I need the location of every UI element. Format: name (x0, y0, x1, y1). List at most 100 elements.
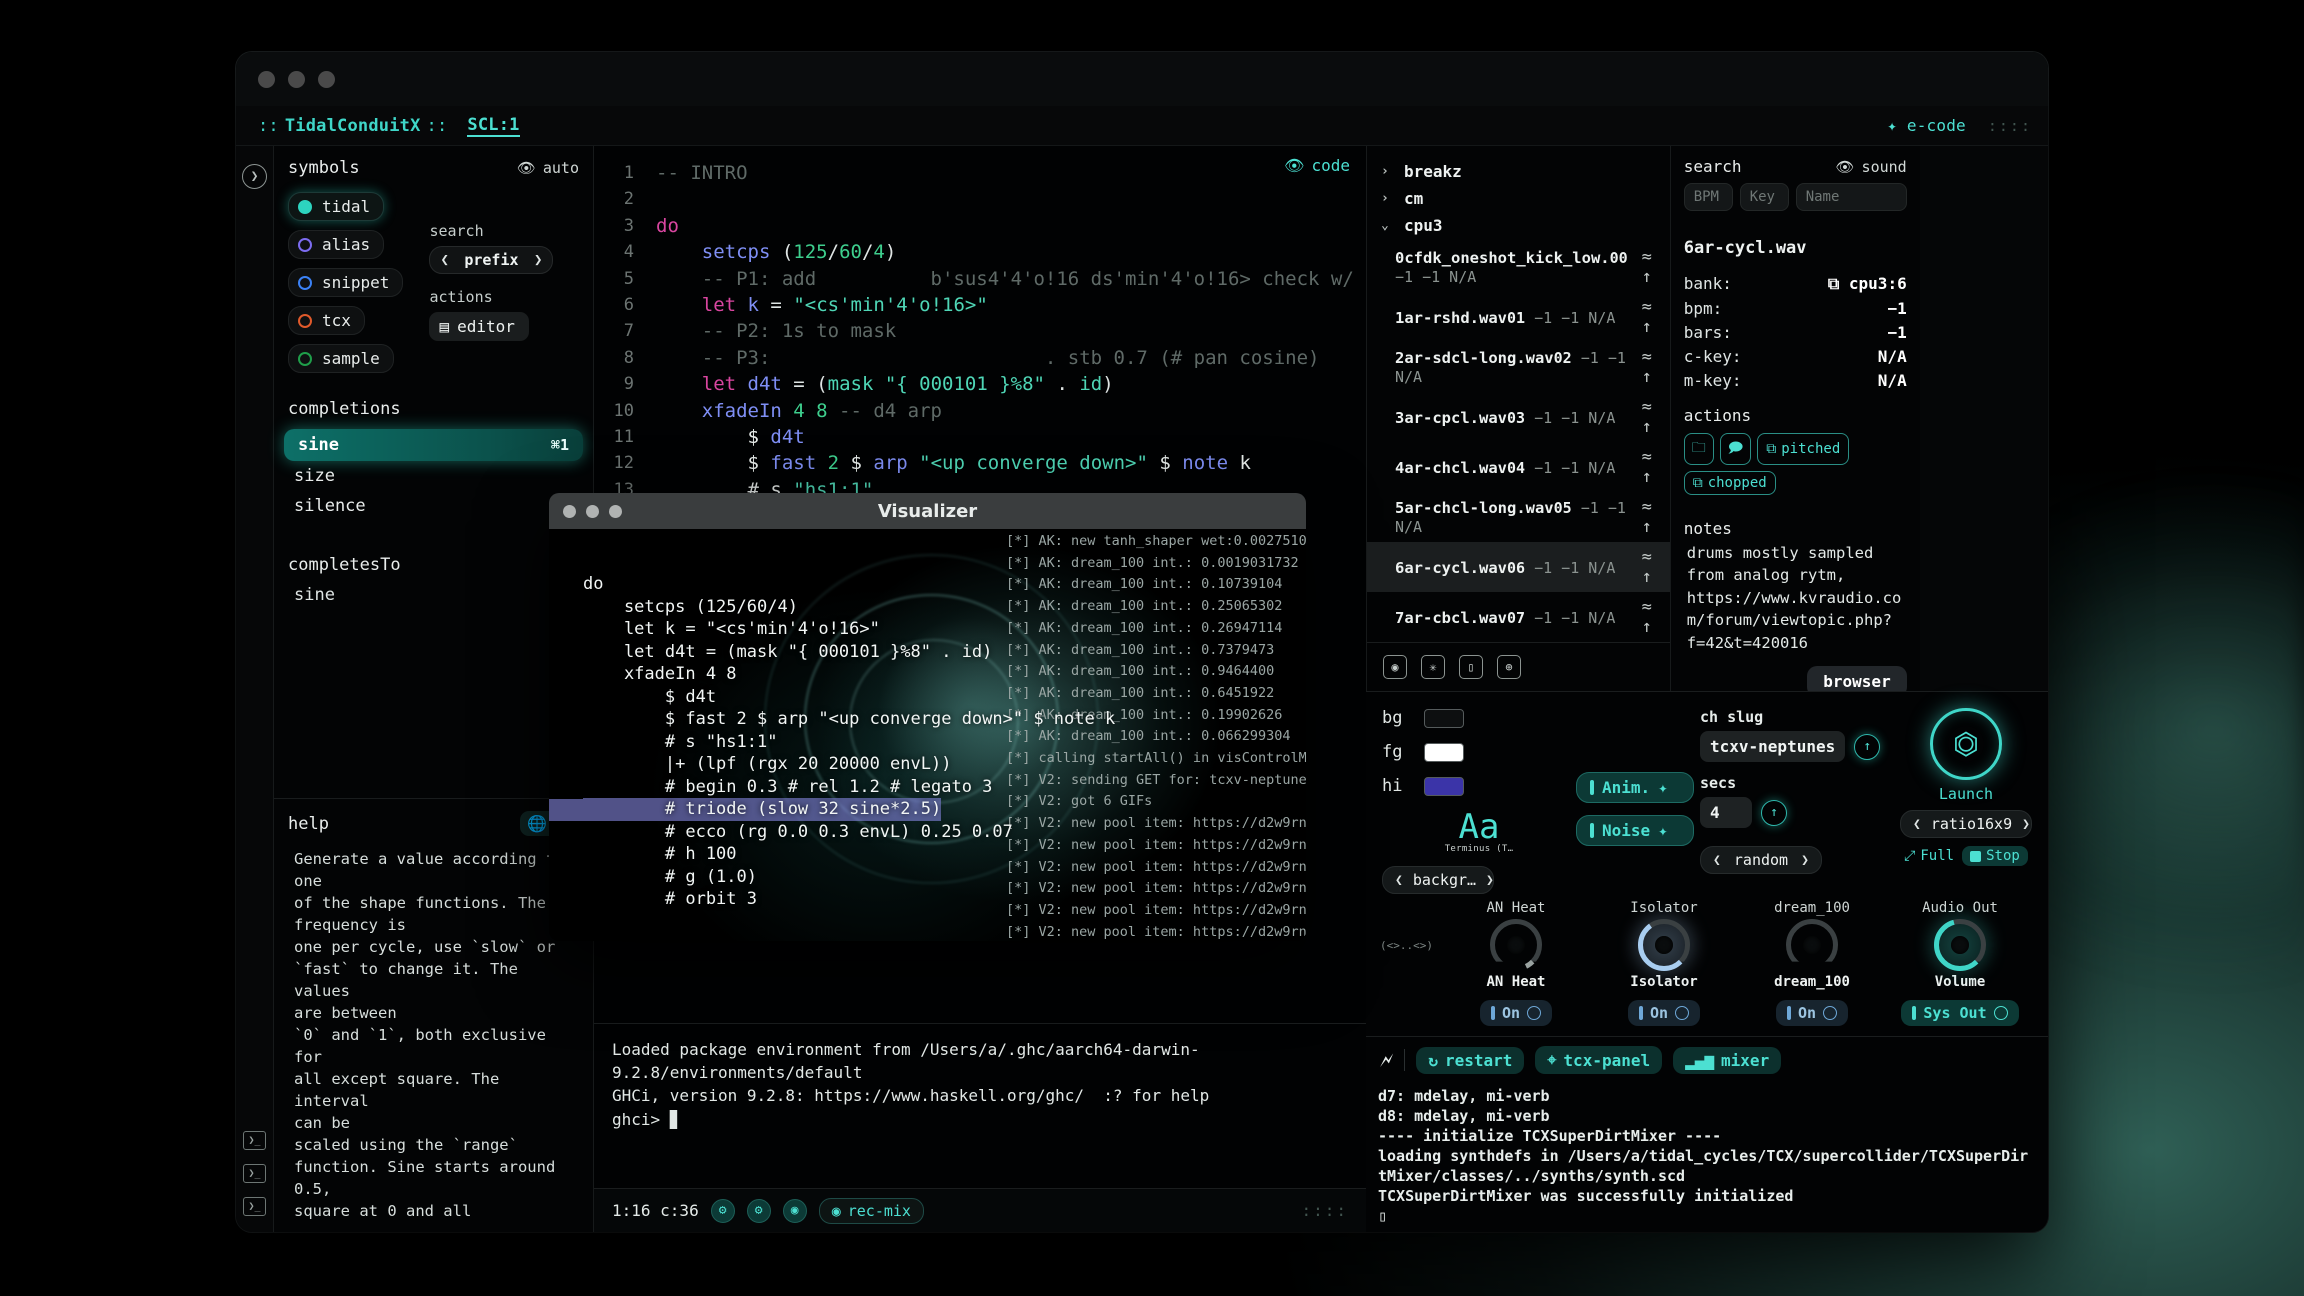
folder-icon[interactable]: 🗀 (1683, 433, 1714, 465)
terminal-pane-icon[interactable]: ❯_ (243, 1131, 266, 1150)
noise-button[interactable]: Noise ✦ (1576, 815, 1694, 846)
toggle-sys-out[interactable]: Sys Out (1901, 1000, 2019, 1026)
gear-icon[interactable]: ⚙ (710, 1198, 735, 1223)
sparkle-icon[interactable]: ✳ (1421, 655, 1445, 679)
chopped-tag[interactable]: ⧉ chopped (1683, 471, 1776, 495)
code-line[interactable]: 2 (594, 186, 1366, 212)
comment-icon[interactable]: 🗩 (1719, 433, 1752, 465)
code-line[interactable]: 11 $ d4t (594, 424, 1366, 450)
sample-row[interactable]: 5ar-chcl-long.wav05 −1 −1 N/A ≈ ↑ (1367, 492, 1670, 542)
folder-row-cpu3[interactable]: ⌄ cpu3 (1367, 212, 1670, 239)
knob-dial[interactable] (1490, 919, 1542, 971)
sample-row[interactable]: 7ar-cbcl.wav07 −1 −1 N/A ≈ ↑ (1367, 592, 1670, 642)
knob-dial[interactable] (1786, 919, 1838, 971)
color-swatch-bg[interactable]: bg (1382, 708, 1576, 728)
chevron-left-icon[interactable]: ❮ (440, 252, 448, 268)
knob-dream_100[interactable]: dream_100 dream_100 (1738, 900, 1886, 990)
code-line[interactable]: 3 do (594, 213, 1366, 239)
code-line[interactable]: 10 xfadeIn 4 8 -- d4 arp (594, 398, 1366, 424)
chevron-right-icon[interactable]: ❯ (1801, 853, 1809, 868)
knob-Volume[interactable]: Audio Out Volume (1886, 900, 2034, 990)
close-window-button[interactable] (258, 70, 275, 88)
symbol-filter-alias[interactable]: alias (288, 230, 385, 259)
symbol-filter-tidal[interactable]: tidal (288, 192, 385, 221)
aspect-ratio-selector[interactable]: ❮ ratio16x9 ❯ (1900, 810, 2032, 838)
fullscreen-button[interactable]: ⤢ Full (1904, 846, 1954, 866)
chevron-left-icon[interactable]: ❮ (1713, 853, 1721, 868)
secs-input[interactable]: 4 (1700, 797, 1752, 828)
symbol-filter-sample[interactable]: sample (288, 344, 394, 373)
toggle-on[interactable]: On (1775, 1000, 1849, 1026)
gear-icon[interactable]: ⚙ (746, 1198, 771, 1223)
code-line[interactable]: 1 -- INTRO (594, 160, 1366, 186)
waveform-icon[interactable]: ≈ ↑ (1634, 297, 1660, 337)
code-line[interactable]: 9 let d4t = (mask "{ 000101 }%8" . id) (594, 371, 1366, 397)
waveform-icon[interactable]: ≈ ↑ (1634, 547, 1660, 587)
anim-button[interactable]: Anim. ✦ (1576, 772, 1694, 803)
waveform-icon[interactable]: ≈ ↑ (1634, 447, 1660, 487)
code-line[interactable]: 6 let k = "<cs'min'4'o!16>" (594, 292, 1366, 318)
waveform-icon[interactable]: ≈ ↑ (1634, 397, 1660, 437)
folder-row-cm[interactable]: › cm (1367, 185, 1670, 212)
chevron-right-icon[interactable]: › (1381, 191, 1394, 206)
completion-item-size[interactable]: size (274, 461, 593, 491)
color-swatch-hi[interactable]: hi (1382, 776, 1576, 796)
swatch-color[interactable] (1424, 708, 1464, 728)
sample-row[interactable]: 4ar-chcl.wav04 −1 −1 N/A ≈ ↑ (1367, 442, 1670, 492)
sound-toggle[interactable]: 👁 sound (1836, 158, 1907, 176)
waveform-icon[interactable]: ≈ ↑ (1634, 597, 1660, 637)
editor-action-button[interactable]: ▤ editor (429, 312, 529, 341)
tcx-panel-button[interactable]: ⌖ tcx-panel (1535, 1046, 1663, 1074)
knob-AN Heat[interactable]: AN Heat AN Heat (1442, 900, 1590, 990)
window-drag-dots[interactable]: :::: (1988, 117, 2032, 135)
stop-button[interactable]: Stop (1962, 846, 2028, 866)
e-code-button[interactable]: ✦ e-code (1887, 116, 1966, 135)
secs-submit-icon[interactable]: ↑ (1761, 799, 1787, 826)
globe-icon[interactable]: 🌐 (527, 814, 547, 833)
code-line[interactable]: 5 -- P1: add b'sus4'4'o!16 ds'min'4'o!16… (594, 266, 1366, 292)
scl-indicator[interactable]: SCL:1 (467, 115, 520, 137)
random-selector[interactable]: ❮ random ❯ (1700, 846, 1822, 874)
symbol-filter-tcx[interactable]: tcx (288, 306, 365, 335)
folder-row-breakz[interactable]: › breakz (1367, 158, 1670, 185)
sample-row[interactable]: 3ar-cpcl.wav03 −1 −1 N/A ≈ ↑ (1367, 392, 1670, 442)
chevron-right-icon[interactable]: ❯ (1486, 873, 1494, 888)
bpm-filter-input[interactable]: BPM (1683, 183, 1733, 211)
chevron-right-icon[interactable]: ❯ (2022, 817, 2030, 832)
symbol-filter-snippet[interactable]: snippet (288, 268, 404, 297)
globe-icon[interactable]: ⊕ (1497, 655, 1521, 679)
chevron-left-icon[interactable]: ❮ (1913, 817, 1921, 832)
ch-slug-submit-icon[interactable]: ↑ (1854, 733, 1881, 760)
playstation-icon[interactable]: ⏣ (1930, 708, 2002, 780)
chevron-right-icon[interactable]: › (1381, 164, 1394, 179)
color-swatch-fg[interactable]: fg (1382, 742, 1576, 762)
console-pane-icon[interactable]: ❯_ (243, 1164, 266, 1183)
minimize-window-button[interactable] (288, 70, 305, 88)
waveform-icon[interactable]: ≈ ↑ (1634, 497, 1660, 537)
code-line[interactable]: 4 setcps (125/60/4) (594, 239, 1366, 265)
code-line[interactable]: 7 -- P2: 1s to mask (594, 318, 1366, 344)
chevron-down-icon[interactable]: ⌄ (1381, 218, 1394, 233)
chevron-left-icon[interactable]: ❮ (1395, 873, 1403, 888)
background-selector[interactable]: ❮ backgr… ❯ (1382, 866, 1494, 894)
swatch-color[interactable] (1424, 742, 1464, 762)
key-filter-input[interactable]: Key (1739, 183, 1789, 211)
knob-dial[interactable] (1638, 919, 1690, 971)
ch-slug-input[interactable]: tcxv-neptunes (1700, 731, 1846, 762)
copy-icon[interactable]: ⧉ (1828, 274, 1839, 293)
rec-mix-chip[interactable]: ◉ rec-mix (818, 1197, 924, 1224)
sample-row[interactable]: 6ar-cycl.wav06 −1 −1 N/A ≈ ↑ (1367, 542, 1670, 592)
record-icon[interactable]: ◉ (782, 1198, 807, 1223)
auto-toggle[interactable]: 👁 auto (517, 159, 579, 177)
record-icon[interactable]: ◉ (1383, 655, 1407, 679)
code-line[interactable]: 8 -- P3: . stb 0.7 (# pan cosine) (594, 345, 1366, 371)
sample-row[interactable]: 1ar-rshd.wav01 −1 −1 N/A ≈ ↑ (1367, 292, 1670, 342)
sample-row[interactable]: 2ar-sdcl-long.wav02 −1 −1 N/A ≈ ↑ (1367, 342, 1670, 392)
sample-row[interactable]: 0cfdk_oneshot_kick_low.00 −1 −1 N/A ≈ ↑ (1367, 242, 1670, 292)
log-pane-icon[interactable]: ❯_ (243, 1197, 266, 1216)
maximize-window-button[interactable] (318, 70, 335, 88)
mixer-button[interactable]: ▂▄▆ mixer (1673, 1046, 1782, 1074)
knob-Isolator[interactable]: Isolator Isolator (1590, 900, 1738, 990)
statusbar-dots[interactable]: :::: (1301, 1201, 1348, 1220)
restart-button[interactable]: ↻ restart (1416, 1046, 1525, 1074)
